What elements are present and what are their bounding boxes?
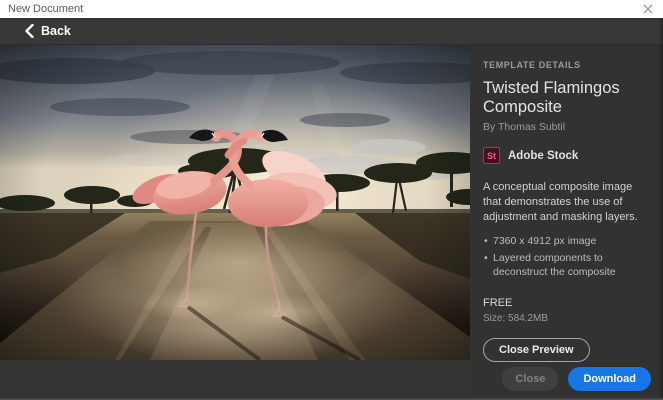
close-preview-button[interactable]: Close Preview — [483, 338, 590, 362]
footer-actions: Close Download — [502, 367, 651, 391]
price-label: FREE — [483, 297, 647, 309]
section-label: TEMPLATE DETAILS — [483, 60, 647, 70]
dialog-content: TEMPLATE DETAILS Twisted Flamingos Compo… — [0, 45, 663, 400]
new-document-dialog: New Document Back — [0, 0, 663, 400]
template-details-panel: TEMPLATE DETAILS Twisted Flamingos Compo… — [470, 45, 663, 400]
template-author: By Thomas Subtil — [483, 121, 647, 133]
titlebar: New Document — [0, 0, 663, 18]
window-title: New Document — [8, 3, 83, 15]
preview-filler — [0, 360, 470, 400]
back-button[interactable]: Back — [25, 24, 71, 38]
feature-item: Layered components to deconstruct the co… — [483, 251, 647, 280]
close-icon[interactable] — [641, 2, 655, 16]
stock-source-row: St Adobe Stock — [483, 147, 647, 164]
preview-header-bar: Back — [0, 18, 663, 45]
file-size-label: Size: 584.2MB — [483, 313, 647, 324]
close-button[interactable]: Close — [502, 367, 558, 391]
stock-source-name: Adobe Stock — [508, 150, 578, 162]
back-chevron-icon — [25, 24, 34, 38]
template-description: A conceptual composite image that demons… — [483, 180, 647, 225]
feature-item: 7360 x 4912 px image — [483, 234, 647, 249]
preview-column — [0, 45, 470, 400]
back-label: Back — [41, 24, 71, 38]
template-title: Twisted Flamingos Composite — [483, 79, 647, 117]
flamingo-photo-illustration — [0, 45, 470, 360]
adobe-stock-icon: St — [483, 147, 500, 164]
template-feature-list: 7360 x 4912 px image Layered components … — [483, 234, 647, 280]
template-preview-image — [0, 45, 470, 360]
download-button[interactable]: Download — [568, 367, 651, 391]
